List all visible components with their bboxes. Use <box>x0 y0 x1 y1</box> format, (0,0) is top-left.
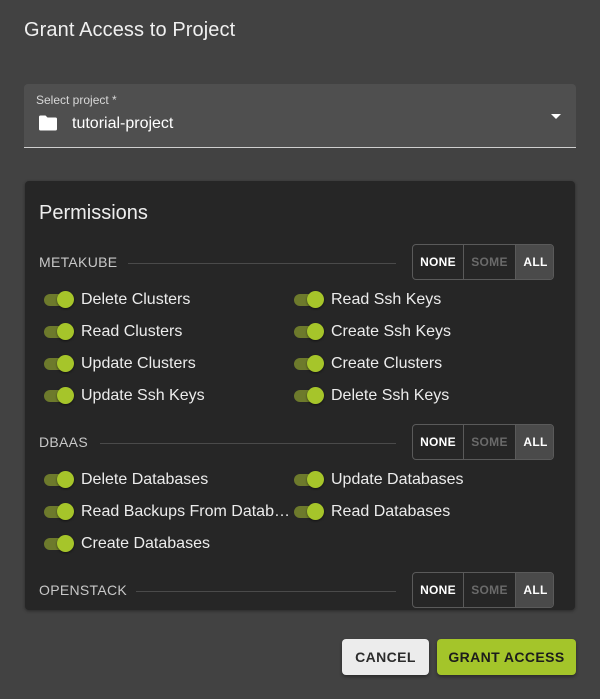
permission-toggle-read-backups-from-databases[interactable]: Read Backups From Databa… <box>44 501 294 523</box>
permission-label: Create Ssh Keys <box>331 323 452 340</box>
permission-label: Read Clusters <box>81 323 183 340</box>
dialog-title: Grant Access to Project <box>24 19 236 41</box>
toggle-switch[interactable] <box>44 291 74 308</box>
toggle-switch[interactable] <box>44 503 74 520</box>
permission-toggle-create-ssh-keys[interactable]: Create Ssh Keys <box>294 321 451 343</box>
openstack-all-button[interactable]: ALL <box>516 573 553 607</box>
grant-access-dialog: Grant Access to Project Select project *… <box>0 0 600 699</box>
section-divider <box>128 263 396 264</box>
dbaas-none-button[interactable]: NONE <box>413 425 464 459</box>
openstack-permission-toggle-group: NONE SOME ALL <box>412 572 554 608</box>
section-header-metakube: METAKUBE NONE SOME ALL <box>25 244 575 282</box>
permission-label: Read Databases <box>331 503 451 520</box>
toggle-switch[interactable] <box>294 323 324 340</box>
permission-toggle-update-databases[interactable]: Update Databases <box>294 469 464 491</box>
toggle-switch[interactable] <box>44 355 74 372</box>
section-header-dbaas: DBAAS NONE SOME ALL <box>25 424 575 462</box>
metakube-permission-toggle-group: NONE SOME ALL <box>412 244 554 280</box>
toggle-switch[interactable] <box>44 471 74 488</box>
permission-toggle-delete-databases[interactable]: Delete Databases <box>44 469 208 491</box>
section-name: METAKUBE <box>39 254 122 270</box>
permission-label: Update Ssh Keys <box>81 387 205 404</box>
toggle-switch[interactable] <box>44 535 74 552</box>
cancel-button[interactable]: CANCEL <box>342 639 429 675</box>
section-name: DBAAS <box>39 434 92 450</box>
section-name: OPENSTACK <box>39 582 132 598</box>
permission-toggle-update-clusters[interactable]: Update Clusters <box>44 353 196 375</box>
permission-toggle-update-ssh-keys[interactable]: Update Ssh Keys <box>44 385 205 407</box>
dbaas-all-button[interactable]: ALL <box>516 425 553 459</box>
section-divider <box>100 443 396 444</box>
openstack-some-button[interactable]: SOME <box>464 573 516 607</box>
openstack-none-button[interactable]: NONE <box>413 573 464 607</box>
toggle-switch[interactable] <box>294 291 324 308</box>
permission-label: Read Ssh Keys <box>331 291 442 308</box>
permission-toggle-read-databases[interactable]: Read Databases <box>294 501 450 523</box>
permission-label: Delete Ssh Keys <box>331 387 450 404</box>
project-select-label: Select project * <box>36 93 117 107</box>
permissions-panel: Permissions METAKUBE NONE SOME ALL Delet… <box>25 181 575 610</box>
dbaas-permission-toggle-group: NONE SOME ALL <box>412 424 554 460</box>
permission-toggle-delete-ssh-keys[interactable]: Delete Ssh Keys <box>294 385 449 407</box>
dbaas-some-button[interactable]: SOME <box>464 425 516 459</box>
metakube-some-button[interactable]: SOME <box>464 245 516 279</box>
permissions-title: Permissions <box>39 202 148 224</box>
toggle-switch[interactable] <box>294 387 324 404</box>
toggle-switch[interactable] <box>294 355 324 372</box>
metakube-none-button[interactable]: NONE <box>413 245 464 279</box>
project-select-value: tutorial-project <box>72 115 174 132</box>
permission-label: Read Backups From Databa… <box>81 503 294 520</box>
toggle-switch[interactable] <box>294 471 324 488</box>
project-select[interactable]: Select project * tutorial-project <box>24 84 576 148</box>
toggle-switch[interactable] <box>44 323 74 340</box>
permission-label: Update Clusters <box>81 355 196 372</box>
permission-label: Delete Clusters <box>81 291 191 308</box>
permission-label: Update Databases <box>331 471 464 488</box>
permission-toggle-delete-clusters[interactable]: Delete Clusters <box>44 289 190 311</box>
toggle-switch[interactable] <box>44 387 74 404</box>
permission-toggle-read-clusters[interactable]: Read Clusters <box>44 321 182 343</box>
section-divider <box>136 591 396 592</box>
dropdown-arrow-icon[interactable] <box>551 114 561 119</box>
toggle-switch[interactable] <box>294 503 324 520</box>
grant-access-button[interactable]: GRANT ACCESS <box>437 639 576 675</box>
metakube-all-button[interactable]: ALL <box>516 245 553 279</box>
permission-label: Delete Databases <box>81 471 209 488</box>
permission-label: Create Clusters <box>331 355 443 372</box>
permission-toggle-create-clusters[interactable]: Create Clusters <box>294 353 442 375</box>
section-header-openstack: OPENSTACK NONE SOME ALL <box>25 572 575 610</box>
permission-label: Create Databases <box>81 535 210 552</box>
permission-toggle-create-databases[interactable]: Create Databases <box>44 533 210 555</box>
permission-toggle-read-ssh-keys[interactable]: Read Ssh Keys <box>294 289 441 311</box>
folder-icon <box>39 115 57 131</box>
